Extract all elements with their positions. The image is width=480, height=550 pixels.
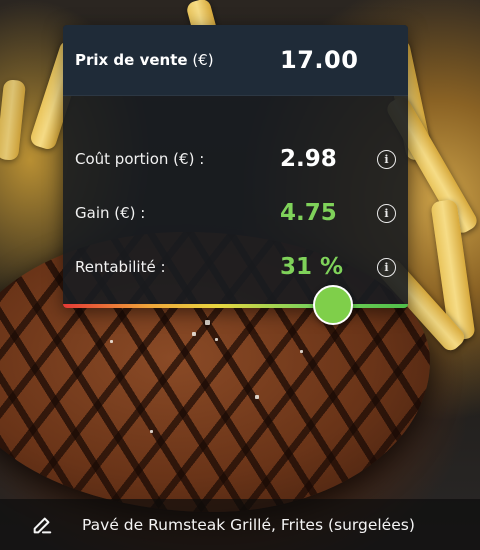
gain-value: 4.75 [280, 200, 337, 226]
pencil-edit-icon [33, 517, 52, 533]
salt-flake [215, 338, 218, 341]
gain-label: Gain (€) : [75, 204, 146, 222]
salt-flake [150, 430, 153, 433]
profitability-card: Prix de vente (€) 17.00 Coût portion (€)… [63, 25, 408, 308]
info-icon[interactable]: i [377, 203, 396, 223]
portion-cost-value: 2.98 [280, 146, 337, 172]
dish-name: Pavé de Rumsteak Grillé, Frites (surgelé… [82, 515, 415, 534]
info-icon[interactable]: i [377, 257, 396, 277]
portion-cost-row: Coût portion (€) : 2.98 i [75, 139, 396, 179]
profitability-value: 31 % [280, 254, 344, 280]
salt-flake [205, 320, 210, 325]
info-icon[interactable]: i [377, 149, 396, 169]
dish-caption-bar: Pavé de Rumsteak Grillé, Frites (surgelé… [0, 499, 480, 550]
sale-price-label: Prix de vente (€) [75, 51, 214, 69]
salt-flake [192, 332, 196, 336]
profitability-indicator-knob[interactable] [313, 285, 353, 325]
salt-flake [110, 340, 113, 343]
gain-row: Gain (€) : 4.75 i [75, 193, 396, 233]
profitability-meter [63, 304, 408, 308]
salt-flake [255, 395, 259, 399]
sale-price-header: Prix de vente (€) 17.00 [63, 25, 408, 96]
profitability-row: Rentabilité : 31 % i [75, 247, 396, 287]
profitability-label: Rentabilité : [75, 258, 166, 276]
sale-price-value[interactable]: 17.00 [280, 46, 358, 74]
edit-button[interactable] [22, 505, 62, 545]
salt-flake [300, 350, 303, 353]
portion-cost-label: Coût portion (€) : [75, 150, 205, 168]
